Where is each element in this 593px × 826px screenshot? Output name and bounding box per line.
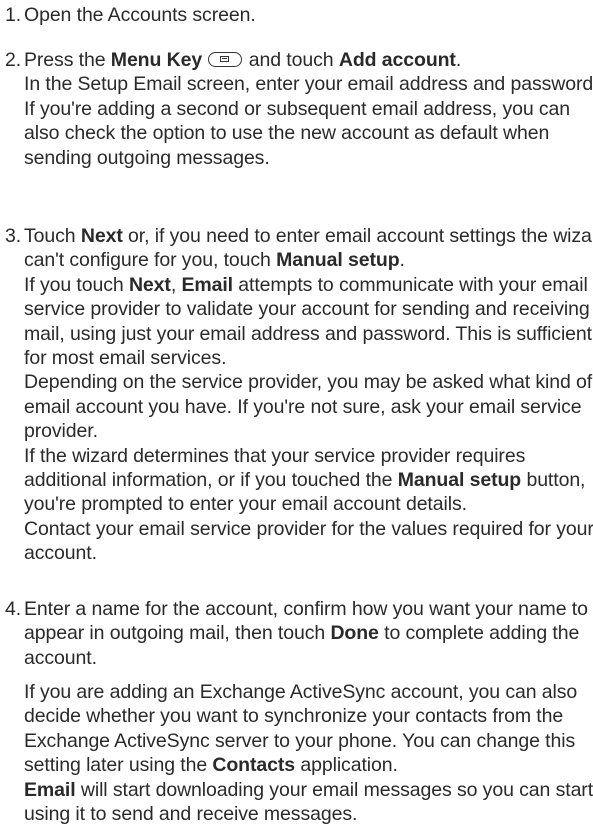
menu-key-label: Menu Key bbox=[110, 49, 203, 71]
step-number: 2. bbox=[5, 49, 22, 71]
step-text: Open the Accounts screen. bbox=[24, 4, 256, 26]
step-1: 1. Open the Accounts screen. bbox=[5, 3, 593, 27]
step-3: 3. Touch Next or, if you need to enter e… bbox=[5, 224, 593, 566]
step-text: Press the Menu Key and touch Add account… bbox=[24, 49, 462, 71]
step-number: 4. bbox=[5, 598, 22, 620]
step-4-note: If you are adding an Exchange ActiveSync… bbox=[5, 680, 593, 826]
step-4: 4. Enter a name for the account, confirm… bbox=[5, 597, 593, 670]
step-paragraph: Depending on the service provider, you m… bbox=[24, 371, 593, 443]
step-paragraph: If you're adding a second or subsequent … bbox=[24, 97, 571, 169]
step-paragraph: If the wizard determines that your servi… bbox=[24, 444, 586, 516]
step-paragraph: Contact your email service provider for … bbox=[24, 517, 593, 565]
next-label: Next bbox=[80, 225, 123, 247]
menu-key-icon bbox=[208, 52, 243, 67]
email-label: Email bbox=[181, 273, 233, 296]
step-paragraph: If you touch Next, Email attempts to com… bbox=[24, 273, 592, 370]
next-label: Next bbox=[128, 273, 171, 296]
step-paragraph: If you are adding an Exchange ActiveSync… bbox=[24, 681, 593, 826]
step-text: Enter a name for the account, confirm ho… bbox=[24, 598, 588, 669]
done-label: Done bbox=[330, 622, 379, 645]
contacts-label: Contacts bbox=[212, 754, 296, 777]
manual-setup-label: Manual setup bbox=[276, 249, 400, 272]
add-account-label: Add account bbox=[338, 49, 456, 71]
step-number: 1. bbox=[5, 4, 22, 26]
step-number: 3. bbox=[5, 225, 22, 247]
step-2: 2. Press the Menu Key and touch Add acco… bbox=[5, 48, 593, 170]
step-text: Touch Next or, if you need to enter emai… bbox=[24, 225, 593, 272]
manual-setup-label: Manual setup bbox=[397, 469, 522, 492]
step-paragraph: In the Setup Email screen, enter your em… bbox=[24, 73, 593, 96]
